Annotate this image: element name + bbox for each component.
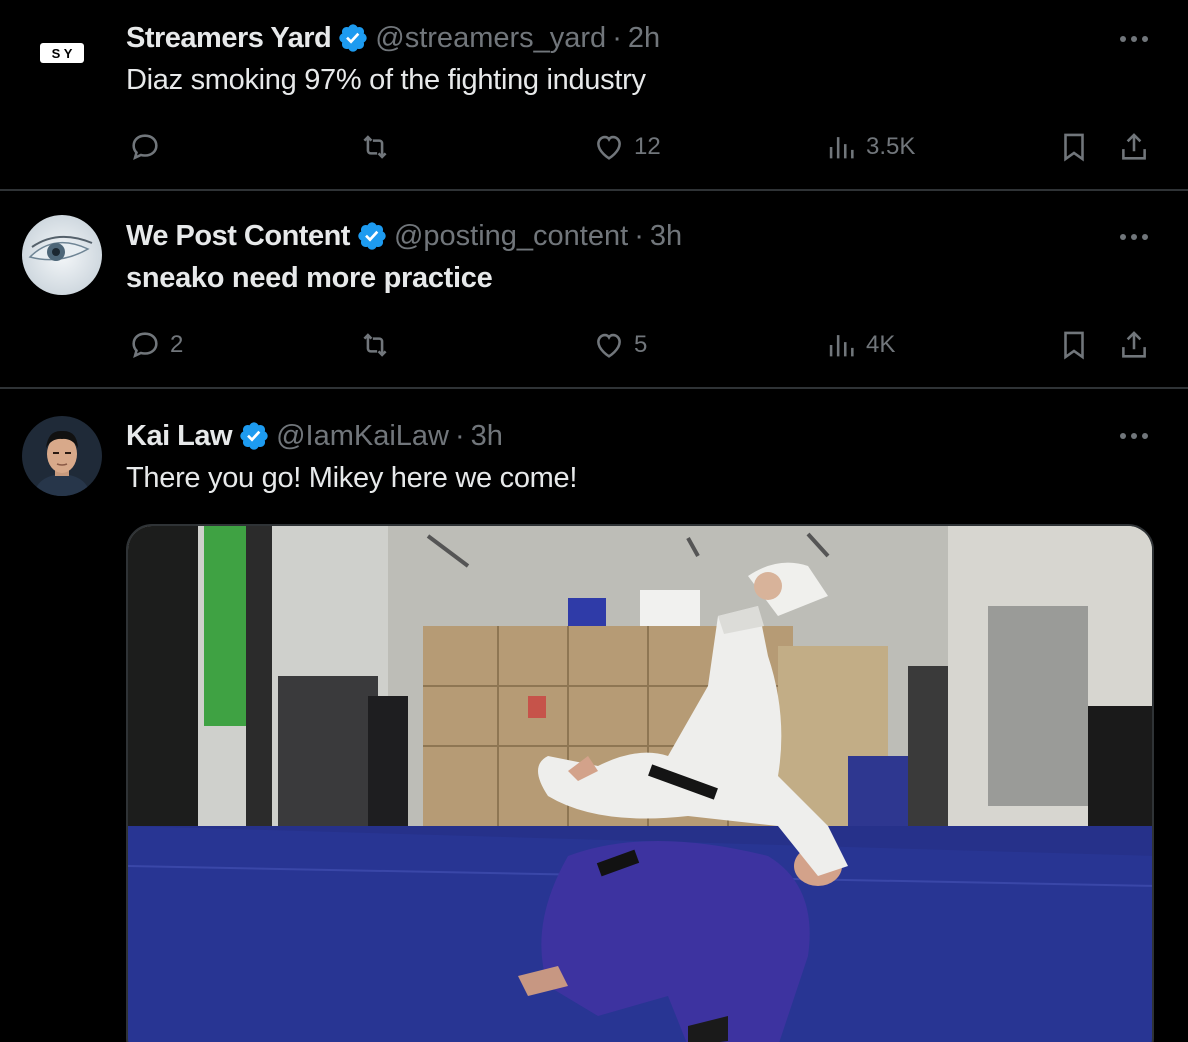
share-icon [1122, 331, 1146, 358]
tweet-text: There you go! Mikey here we come! [126, 462, 578, 494]
display-name[interactable]: We Post Content [126, 220, 350, 253]
video-frame [128, 526, 1152, 1042]
more-icon[interactable] [1112, 24, 1156, 54]
reply-count: 2 [170, 331, 184, 358]
timeline-feed: S Y Streamers Yard @streamers_yard · 2h … [0, 0, 1188, 1042]
like-icon [597, 333, 621, 358]
avatar[interactable]: S Y [22, 14, 102, 94]
tweet-text: Diaz smoking 97% of the fighting industr… [126, 64, 646, 96]
views-icon [829, 137, 854, 159]
share-button[interactable] [1117, 127, 1151, 167]
avatar[interactable] [22, 215, 102, 295]
views-button[interactable]: 4K [824, 325, 895, 365]
bookmark-icon [1064, 133, 1084, 162]
more-icon[interactable] [1112, 222, 1156, 252]
tweet-media-video[interactable] [126, 524, 1154, 1042]
avatar-logo-text: S Y [52, 46, 73, 61]
timestamp[interactable]: 3h [650, 220, 682, 253]
retweet-icon [363, 135, 387, 159]
tweet[interactable]: We Post Content @posting_content · 3h sn… [0, 191, 1188, 387]
retweet-icon [363, 333, 387, 357]
timestamp[interactable]: 2h [628, 22, 660, 55]
action-bar: 2 5 4K [0, 325, 1188, 365]
like-icon [597, 135, 621, 160]
reply-icon [132, 332, 158, 358]
timestamp[interactable]: 3h [471, 420, 503, 453]
view-count: 3.5K [866, 133, 916, 160]
reply-button[interactable] [128, 127, 170, 167]
handle[interactable]: @streamers_yard [375, 22, 606, 55]
bookmark-button[interactable] [1057, 325, 1091, 365]
handle[interactable]: @posting_content [394, 220, 628, 253]
tweet[interactable]: S Y Streamers Yard @streamers_yard · 2h … [0, 0, 1188, 190]
reply-icon [132, 134, 158, 160]
views-button[interactable]: 3.5K [824, 127, 915, 167]
tweet-text: sneako need more practice [126, 262, 493, 294]
verified-icon [337, 22, 369, 54]
action-bar: 12 3.5K [0, 127, 1188, 167]
view-count: 4K [866, 331, 896, 358]
separator: · [455, 419, 465, 452]
tweet-header: We Post Content @posting_content · 3h [126, 216, 682, 256]
handle[interactable]: @IamKaiLaw [276, 420, 449, 453]
like-count: 5 [634, 331, 648, 358]
bookmark-icon [1064, 331, 1084, 360]
share-button[interactable] [1117, 325, 1151, 365]
reply-button[interactable]: 2 [128, 325, 183, 365]
bookmark-button[interactable] [1057, 127, 1091, 167]
like-button[interactable]: 5 [592, 325, 647, 365]
retweet-button[interactable] [358, 325, 400, 365]
like-count: 12 [634, 133, 661, 160]
separator: · [612, 21, 622, 54]
verified-icon [356, 220, 388, 252]
share-icon [1122, 133, 1146, 160]
tweet-header: Kai Law @IamKaiLaw · 3h [126, 416, 503, 456]
display-name[interactable]: Kai Law [126, 420, 233, 453]
more-icon[interactable] [1112, 421, 1156, 451]
display-name[interactable]: Streamers Yard [126, 22, 332, 55]
separator: · [634, 219, 644, 252]
verified-icon [238, 420, 270, 452]
retweet-button[interactable] [358, 127, 400, 167]
like-button[interactable]: 12 [592, 127, 661, 167]
views-icon [829, 335, 854, 357]
avatar[interactable] [22, 416, 102, 496]
tweet-header: Streamers Yard @streamers_yard · 2h [126, 18, 660, 58]
